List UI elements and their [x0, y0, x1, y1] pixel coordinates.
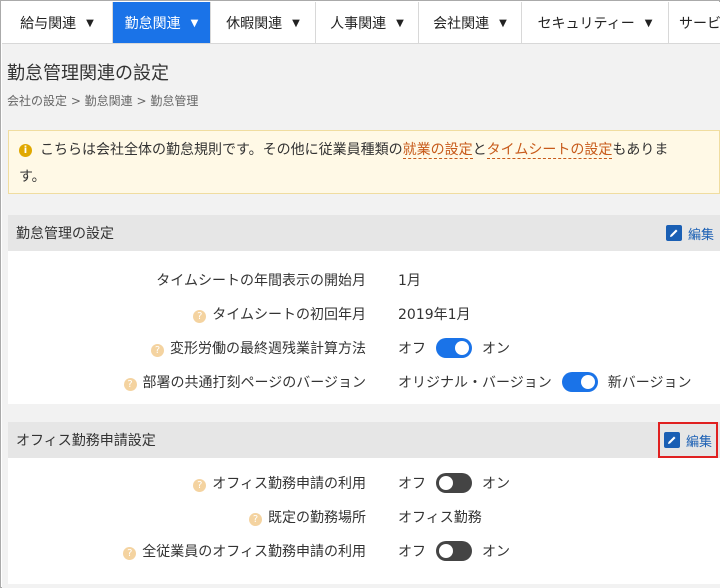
chevron-down-icon: ▼	[190, 17, 199, 29]
setting-row: ? 全従業員のオフィス勤務申請の利用 オフ オン	[8, 536, 720, 566]
section-body-office: ? オフィス勤務申請の利用 オフ オン ? 既定の勤務場所 オフィス勤務 ? 全従業員…	[8, 458, 720, 584]
help-icon[interactable]: ?	[193, 310, 207, 323]
chevron-down-icon: ▼	[86, 17, 94, 29]
toggle-off-label: オリジナル・バージョン	[398, 375, 552, 391]
setting-label: ? 部署の共通打刻ページのバージョン	[123, 372, 366, 392]
edit-label: 編集	[687, 227, 714, 243]
chevron-down-icon: ▼	[396, 17, 404, 29]
setting-value: オフィス勤務	[398, 510, 482, 526]
setting-value: 2019年1月	[398, 307, 471, 323]
setting-label: ? 既定の勤務場所	[249, 507, 366, 527]
notice-text: と	[472, 142, 487, 158]
setting-label: ? 全従業員のオフィス勤務申請の利用	[123, 541, 366, 561]
toggle-switch[interactable]	[436, 338, 472, 358]
section-header-office: オフィス勤務申請設定 編集	[8, 422, 720, 458]
main-content: 勤怠管理関連の設定 会社の設定 > 勤怠関連 > 勤怠管理 i こちらは会社全体の…	[2, 44, 720, 588]
toggle-group: オフ オン	[398, 473, 510, 493]
nav-tab-service[interactable]: サービ	[669, 2, 720, 43]
page-title: 勤怠管理関連の設定	[7, 63, 169, 84]
help-icon[interactable]: ?	[249, 513, 262, 526]
setting-row: ? オフィス勤務申請の利用 オフ オン	[8, 468, 720, 498]
edit-label: 編集	[685, 434, 712, 450]
toggle-knob	[455, 341, 469, 355]
app-frame: 給与関連 ▼ 勤怠関連 ▼ 休暇関連 ▼ 人事関連 ▼ 会社関連 ▼ セキュリティー ▼ サ…	[0, 0, 720, 588]
toggle-group: オフ オン	[398, 541, 510, 561]
help-icon[interactable]: ?	[193, 479, 207, 492]
toggle-switch[interactable]	[561, 372, 598, 392]
section-title: 勤怠管理の設定	[16, 226, 114, 242]
toggle-off-label: オフ	[398, 476, 426, 492]
toggle-knob	[439, 544, 453, 558]
nav-tab-payroll[interactable]: 給与関連 ▼	[2, 2, 113, 43]
setting-label: ? 変形労働の最終週残業計算方法	[151, 338, 366, 358]
toggle-knob	[580, 375, 595, 389]
toggle-off-label: オフ	[398, 544, 426, 560]
toggle-on-label: オン	[482, 476, 510, 492]
toggle-on-label: オン	[482, 341, 510, 357]
chevron-down-icon: ▼	[644, 17, 653, 29]
nav-tab-leave[interactable]: 休暇関連 ▼	[211, 2, 316, 43]
notice-text: す。	[19, 169, 46, 185]
notice-box: i こちらは会社全体の勤怠規則です。その他に従業員種類の就業の設定とタイムシートの…	[8, 130, 720, 194]
nav-tab-label: サービ	[679, 16, 720, 32]
toggle-switch[interactable]	[436, 541, 472, 561]
timesheet-settings-link[interactable]: タイムシートの設定	[486, 142, 613, 159]
setting-label: ? タイムシートの初回年月	[193, 304, 366, 324]
toggle-group: オリジナル・バージョン 新バージョン	[398, 372, 691, 392]
chevron-down-icon: ▼	[292, 17, 300, 29]
nav-tab-security[interactable]: セキュリティー ▼	[522, 2, 669, 43]
nav-tab-company[interactable]: 会社関連 ▼	[419, 2, 522, 43]
pencil-icon	[665, 225, 682, 241]
section-title: オフィス勤務申請設定	[16, 433, 156, 449]
toggle-switch[interactable]	[436, 473, 472, 493]
nav-tab-hr[interactable]: 人事関連 ▼	[316, 2, 419, 43]
notice-text: こちらは会社全体の勤怠規則です。その他に従業員種類の	[40, 142, 403, 158]
setting-row: タイムシートの年間表示の開始月 1月	[8, 265, 720, 295]
setting-value: 1月	[398, 273, 421, 289]
toggle-on-label: オン	[482, 544, 510, 560]
chevron-down-icon: ▼	[499, 17, 507, 29]
edit-button-office[interactable]: 編集	[657, 422, 718, 458]
section-header-attendance: 勤怠管理の設定 編集	[8, 215, 720, 251]
notice-text: もありま	[612, 142, 669, 158]
setting-row: ? 既定の勤務場所 オフィス勤務	[8, 502, 720, 532]
nav-tab-attendance[interactable]: 勤怠関連 ▼	[113, 2, 211, 43]
setting-row: ? タイムシートの初回年月 2019年1月	[8, 299, 720, 329]
breadcrumb: 会社の設定 > 勤怠関連 > 勤怠管理	[7, 94, 199, 108]
help-icon[interactable]: ?	[151, 344, 164, 357]
section-body-attendance: タイムシートの年間表示の開始月 1月 ? タイムシートの初回年月 2019年1月 …	[8, 251, 720, 404]
top-nav: 給与関連 ▼ 勤怠関連 ▼ 休暇関連 ▼ 人事関連 ▼ 会社関連 ▼ セキュリティー ▼ サ…	[2, 2, 720, 44]
pencil-icon	[663, 432, 680, 448]
info-icon: i	[19, 144, 32, 157]
setting-row: ? 変形労働の最終週残業計算方法 オフ オン	[8, 333, 720, 363]
toggle-on-label: 新バージョン	[607, 375, 692, 391]
edit-button-attendance[interactable]: 編集	[665, 215, 714, 251]
nav-tab-label: 会社関連	[433, 16, 490, 32]
work-settings-link[interactable]: 就業の設定	[402, 142, 473, 159]
toggle-knob	[439, 476, 453, 490]
setting-label: タイムシートの年間表示の開始月	[156, 273, 366, 289]
nav-tab-label: 人事関連	[330, 16, 387, 32]
help-icon[interactable]: ?	[123, 547, 137, 560]
nav-tab-label: 休暇関連	[226, 16, 283, 32]
setting-row: ? 部署の共通打刻ページのバージョン オリジナル・バージョン 新バージョン	[8, 367, 720, 397]
toggle-off-label: オフ	[398, 341, 426, 357]
help-icon[interactable]: ?	[123, 378, 137, 391]
nav-tab-label: 勤怠関連	[124, 16, 181, 32]
toggle-group: オフ オン	[398, 338, 510, 358]
nav-tab-label: 給与関連	[20, 16, 77, 32]
setting-label: ? オフィス勤務申請の利用	[193, 473, 366, 493]
nav-tab-label: セキュリティー	[537, 16, 635, 32]
